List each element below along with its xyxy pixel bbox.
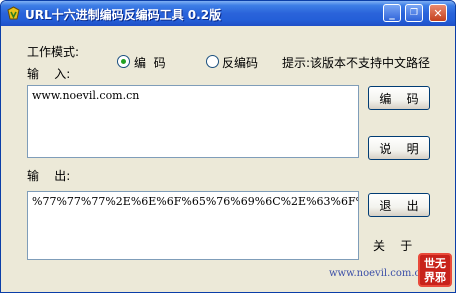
logo-char-3: 界: [424, 271, 435, 284]
logo-char-1: 世: [424, 257, 435, 270]
window-title: URL十六进制编码反编码工具 0.2版: [25, 8, 222, 22]
logo-char-4: 邪: [435, 271, 446, 284]
hint-text: 提示:该版本不支持中文路径: [282, 56, 431, 70]
restore-icon: ❐: [409, 7, 419, 18]
minimize-icon: _: [389, 6, 395, 20]
about-link[interactable]: 关 于: [373, 237, 412, 254]
decode-radio-label[interactable]: 反编码: [222, 54, 258, 71]
output-label: 输 出:: [27, 169, 71, 183]
encode-button[interactable]: 编 码: [368, 86, 430, 110]
exit-button[interactable]: 退 出: [368, 193, 430, 217]
website-link[interactable]: www.noevil.com.cn: [329, 268, 427, 279]
decode-radio[interactable]: [206, 55, 219, 68]
site-logo: 世无 界邪: [418, 253, 452, 287]
mode-label: 工作模式:: [27, 45, 80, 59]
encode-radio[interactable]: [117, 55, 130, 68]
app-icon: [7, 6, 20, 20]
encode-radio-label[interactable]: 编 码: [134, 54, 166, 71]
restore-button[interactable]: ❐: [405, 4, 423, 22]
title-bar[interactable]: URL十六进制编码反编码工具 0.2版 _ ❐ ✕: [1, 1, 455, 26]
input-label: 输 入:: [27, 67, 71, 81]
logo-char-2: 无: [435, 257, 446, 270]
help-button[interactable]: 说 明: [368, 136, 430, 160]
output-textarea[interactable]: %77%77%77%2E%6E%6F%65%76%69%6C%2E%63%6F%…: [27, 191, 359, 260]
minimize-button[interactable]: _: [383, 4, 401, 22]
app-window: URL十六进制编码反编码工具 0.2版 _ ❐ ✕ 工作模式: 编 码 反编码 …: [0, 0, 456, 293]
close-icon: ✕: [433, 6, 443, 20]
input-textarea[interactable]: www.noevil.com.cn: [27, 85, 359, 158]
close-button[interactable]: ✕: [429, 4, 447, 22]
